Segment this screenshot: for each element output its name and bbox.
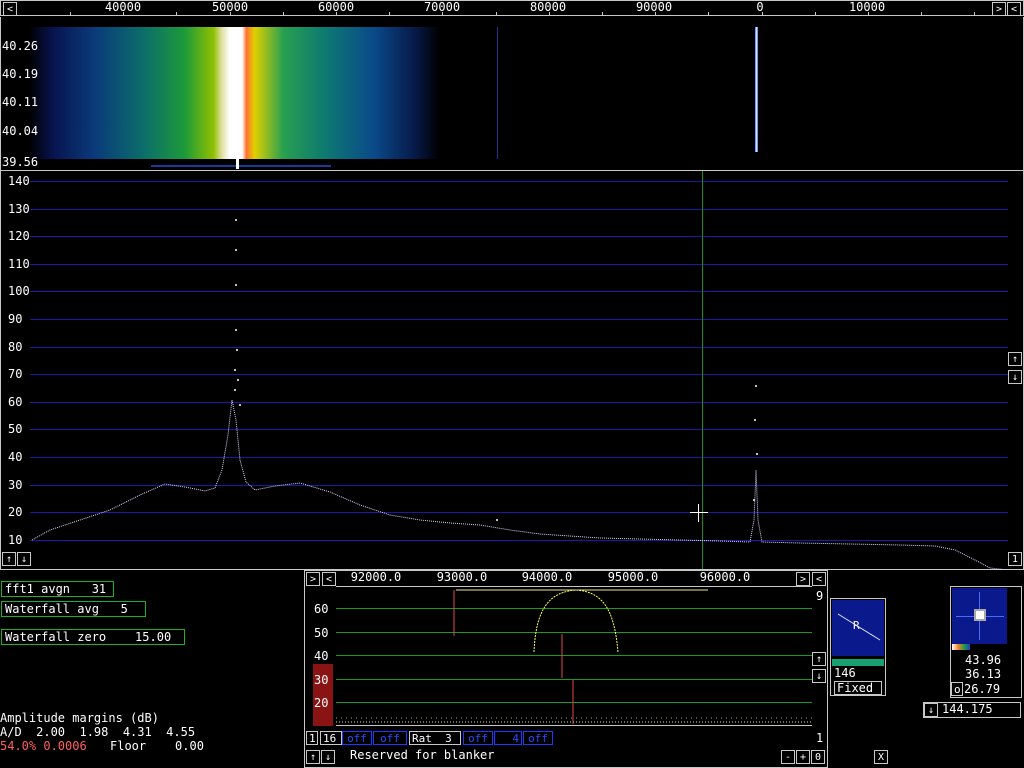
freq-tick-label: 50000 [211,0,249,14]
bb-minus-button[interactable]: - [781,750,795,764]
freq-tick-label: 80000 [529,0,567,14]
bb-four-field[interactable]: 4 [494,731,522,745]
baseband-scroll-right-button-2[interactable]: > [796,572,810,586]
spectrum-zero-up-button[interactable]: ↑ [2,552,16,566]
baseband-gain-down-button[interactable]: ↓ [812,669,826,683]
peak-dots [234,219,758,521]
waterfall-avg-field[interactable]: Waterfall avg 5 [1,601,146,617]
waterfall-time-label: 40.11 [2,95,39,109]
freq-tick-label: 10000 [848,0,886,14]
waterfall-carrier-line [755,27,758,152]
polarization-mode-button[interactable]: Fixed [834,681,882,695]
meter-value-1: 43.96 [965,653,1002,667]
baseband-scroll-right-button[interactable]: > [306,572,320,586]
freq-down-button[interactable]: ↓ [924,703,938,717]
amplitude-margins-title: Amplitude margins (dB) [0,711,159,725]
spectrum-corner-button[interactable]: 1 [1008,552,1022,566]
bb-vol-down-button[interactable]: ↓ [321,750,335,764]
baseband-gain-up-button[interactable]: ↑ [812,652,826,666]
bb-plus-button[interactable]: + [796,750,810,764]
baseband-freq-tick: 93000.0 [436,570,488,584]
baseband-freq-tick: 95000.0 [607,570,659,584]
bb-fft-size-sixteen[interactable]: 16 [320,731,342,745]
waterfall-time-label: 39.56 [2,155,39,169]
ad-margins-values: A/D 2.00 1.98 4.31 4.55 [0,725,196,739]
fft1-avgn-field[interactable]: fft1 avgn 31 [1,581,114,597]
bb-off-toggle-3[interactable]: off [463,731,493,745]
baseband-freq-tick: 94000.0 [521,570,573,584]
meter-value-2: 36.13 [965,667,1002,681]
waterfall-noise-band [29,27,439,159]
scroll-right-button[interactable]: > [992,2,1006,16]
baseband-y-label: 60 [314,602,329,616]
freq-tick-mark [283,12,284,16]
baseband-y-label: 30 [314,673,329,687]
waterfall-time-label: 40.26 [2,39,39,53]
meter-color-strip [952,644,970,650]
baseband-scroll-left-button-2[interactable]: < [812,572,826,586]
bb-off-toggle-2[interactable]: off [373,731,407,745]
freq-tick-label: 40000 [104,0,142,14]
freq-tick-label: 0 [756,0,764,14]
baseband-freq-tick: 92000.0 [350,570,402,584]
freq-tick-mark [496,12,497,16]
meter-o-button[interactable]: o [951,682,963,696]
freq-tick-mark [815,12,816,16]
frequency-readout: 144.175 [942,702,993,716]
spectrum-zero-down-button[interactable]: ↓ [17,552,31,566]
bb-zero-button[interactable]: 0 [811,750,825,764]
bb-fft-size-one[interactable]: 1 [306,731,318,745]
waterfall-marker-line [497,27,498,159]
bb-off-toggle-4[interactable]: off [523,731,553,745]
meter-scope [952,588,1007,644]
bb-off-toggle-1[interactable]: off [342,731,372,745]
cpu-load-status: 54.0% 0.0006 [0,739,87,753]
waterfall-time-label: 40.19 [2,67,39,81]
freq-tick-label: 90000 [635,0,673,14]
freq-tick-mark [708,12,709,16]
spectrum-trace [31,219,1009,570]
bb-vol-up-button[interactable]: ↑ [306,750,320,764]
waterfall-bottom-peak [236,155,239,169]
baseband-y-label: 40 [314,649,329,663]
baseband-scroll-left-button[interactable]: < [322,572,336,586]
freq-tick-mark [70,12,71,16]
baseband-top-number: 9 [816,589,824,603]
baseband-y-label: 20 [314,696,329,710]
freq-tick-label: 70000 [423,0,461,14]
bb-rat-field[interactable]: Rat 3 [409,731,461,745]
freq-tick-mark [389,12,390,16]
freq-tick-mark [921,12,922,16]
waterfall-bottom-trace [151,165,331,167]
waterfall-display[interactable] [0,17,1024,170]
polarization-level-bar [832,659,884,666]
polarization-value: 146 [834,666,856,680]
spectrum-scale-up-button[interactable]: ↑ [1008,352,1022,366]
blanker-placeholder-text: Reserved for blanker [350,748,495,762]
freq-tick-label: 60000 [317,0,355,14]
freq-tick-mark [974,12,975,16]
scroll-left-button[interactable]: < [3,2,17,16]
baseband-filter-curve [336,589,812,724]
freq-tick-mark [176,12,177,16]
spectrum-scale-down-button[interactable]: ↓ [1008,370,1022,384]
scroll-left-button-2[interactable]: < [1007,2,1021,16]
baseband-y-label: 50 [314,626,329,640]
waterfall-time-label: 40.04 [2,124,39,138]
baseband-bottom-number: 1 [816,731,824,745]
close-button[interactable]: X [874,750,888,764]
polarization-label: R [853,619,860,632]
baseband-freq-tick: 96000.0 [699,570,751,584]
freq-tick-mark [602,12,603,16]
floor-value: Floor 0.00 [110,739,204,753]
meter-value-3: 26.79 [964,682,1001,696]
waterfall-zero-field[interactable]: Waterfall zero 15.00 [1,629,185,645]
meter-target-icon [974,609,986,621]
